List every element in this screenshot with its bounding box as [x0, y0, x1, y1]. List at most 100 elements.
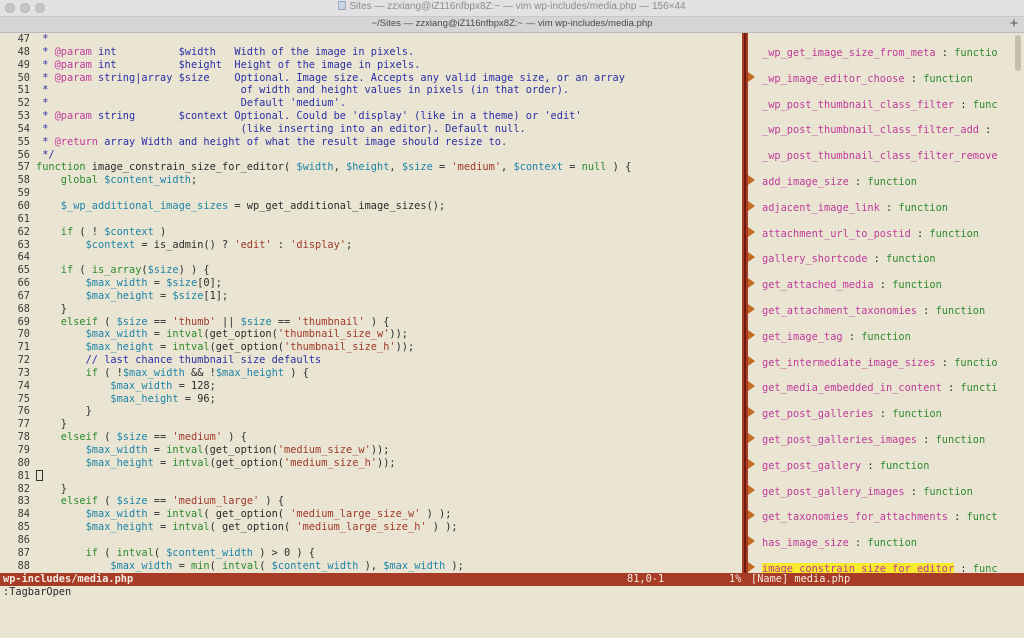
tagbar-item[interactable]: add_image_size : function [748, 175, 917, 189]
new-tab-button[interactable]: + [1006, 16, 1022, 32]
fold-arrow-icon[interactable] [748, 329, 755, 340]
code-line[interactable]: 87 if ( intval( $content_width ) > 0 ) { [0, 547, 742, 560]
fold-arrow-icon[interactable] [748, 562, 755, 572]
fold-arrow-icon[interactable] [748, 458, 755, 469]
code-line[interactable]: 55 * @return array Width and height of w… [0, 136, 742, 149]
tagbar-item-kind: function [867, 176, 918, 188]
scrollbar-thumb[interactable] [1015, 35, 1021, 71]
tagbar-item[interactable]: _wp_post_thumbnail_class_filter_add : [748, 123, 991, 137]
code-line[interactable]: 81 [0, 469, 742, 483]
tagbar-item[interactable]: has_image_size : function [748, 536, 917, 550]
code-line[interactable]: 88 $max_width = min( intval( $content_wi… [0, 560, 742, 573]
fold-arrow-icon[interactable] [748, 381, 755, 392]
code-line[interactable]: 70 $max_width = intval(get_option('thumb… [0, 328, 742, 341]
tagbar-item[interactable]: get_post_gallery : function [748, 458, 929, 473]
tagbar-item[interactable]: get_intermediate_image_sizes : functio [748, 355, 998, 370]
tagbar-item-separator: : [861, 459, 880, 472]
code-line[interactable]: 61 [0, 213, 742, 226]
fold-arrow-icon[interactable] [748, 433, 755, 443]
tagbar-item[interactable]: get_taxonomies_for_attachments : funct [748, 510, 998, 524]
code-line[interactable]: 77 } [0, 418, 742, 431]
code-line[interactable]: 48 * @param int $width Width of the imag… [0, 46, 742, 59]
code-token: ) ); [420, 508, 452, 521]
code-line[interactable]: 54 * (like inserting into an editor). De… [0, 123, 742, 136]
fold-arrow-icon[interactable] [748, 71, 755, 82]
code-line[interactable]: 60 $_wp_additional_image_sizes = wp_get_… [0, 200, 742, 213]
vertical-scrollbar[interactable] [1012, 33, 1024, 573]
tagbar-item[interactable]: _wp_post_thumbnail_class_filter : func [748, 98, 998, 112]
code-line[interactable]: 76 } [0, 405, 742, 418]
fold-arrow-icon[interactable] [748, 407, 755, 418]
code-line[interactable]: 73 if ( !$max_width && !$max_height ) { [0, 367, 742, 380]
code-line[interactable]: 52 * Default 'medium'. [0, 97, 742, 110]
fold-arrow-icon[interactable] [748, 252, 755, 263]
code-token: ( [98, 495, 117, 508]
code-line[interactable]: 84 $max_width = intval( get_option( 'med… [0, 508, 742, 521]
code-line[interactable]: 74 $max_width = 128; [0, 380, 742, 393]
tagbar-item-name: get_post_gallery [762, 459, 862, 472]
tagbar-item[interactable]: _wp_post_thumbnail_class_filter_remove [748, 149, 998, 163]
code-line[interactable]: 51 * of width and height values in pixel… [0, 84, 742, 97]
tagbar-item[interactable]: get_image_tag : function [748, 329, 911, 344]
tagbar-item[interactable]: get_attachment_taxonomies : function [748, 304, 985, 318]
fold-arrow-icon[interactable] [748, 536, 755, 547]
command-line[interactable]: :TagbarOpen [0, 586, 1024, 607]
line-number: 88 [17, 559, 30, 572]
code-line[interactable]: 78 elseif ( $size == 'medium' ) { [0, 431, 742, 444]
fold-arrow-icon[interactable] [748, 355, 755, 366]
code-line[interactable]: 79 $max_width = intval(get_option('mediu… [0, 444, 742, 457]
fold-arrow-icon[interactable] [748, 200, 755, 211]
code-line[interactable]: 59 [0, 187, 742, 200]
tagbar-item[interactable]: get_attached_media : function [748, 278, 942, 292]
tagbar-pane[interactable]: _wp_get_image_size_from_meta : functio _w… [748, 33, 1010, 573]
tagbar-item-name: _wp_post_thumbnail_class_filter_add [762, 124, 979, 137]
code-line[interactable]: 69 elseif ( $size == 'thumb' || $size ==… [0, 316, 742, 329]
code-line[interactable]: 85 $max_height = intval( get_option( 'me… [0, 521, 742, 534]
tagbar-item[interactable]: get_media_embedded_in_content : functi [748, 381, 998, 395]
tagbar-item-separator: : [879, 201, 899, 214]
tagbar-item-name: get_intermediate_image_sizes [762, 356, 936, 369]
code-line[interactable]: 83 elseif ( $size == 'medium_large' ) { [0, 495, 742, 508]
fold-arrow-icon[interactable] [748, 278, 755, 289]
tagbar-item[interactable]: get_post_gallery_images : function [748, 484, 973, 499]
fold-arrow-icon[interactable] [748, 226, 755, 237]
code-line[interactable]: 66 $max_width = $size[0]; [0, 277, 742, 290]
code-token: ), [358, 559, 384, 572]
code-line[interactable]: 80 $max_height = intval(get_option('medi… [0, 457, 742, 470]
code-editor-pane[interactable]: 47 * 48 * @param int $width Width of the … [0, 33, 742, 573]
code-line[interactable]: 56 */ [0, 149, 742, 162]
code-token: * Default 'medium'. [36, 97, 346, 110]
code-line[interactable]: 64 [0, 251, 742, 264]
code-line[interactable]: 62 if ( ! $context ) [0, 226, 742, 239]
code-line[interactable]: 82 } [0, 483, 742, 496]
tagbar-item[interactable]: _wp_image_editor_choose : function [748, 71, 973, 86]
fold-arrow-icon[interactable] [748, 484, 755, 495]
code-line[interactable]: 57 function image_constrain_size_for_edit… [0, 161, 742, 174]
tagbar-item[interactable]: get_post_galleries_images : function [748, 433, 985, 447]
tab-active[interactable]: ~/Sites — zzxiang@iZ116nfbpx8Z:~ — vim w… [0, 18, 1024, 29]
tagbar-item[interactable]: _wp_get_image_size_from_meta : functio [748, 46, 998, 60]
code-line[interactable]: 49 * @param int $height Height of the im… [0, 59, 742, 72]
fold-arrow-icon[interactable] [748, 510, 755, 521]
code-token: if [36, 366, 98, 379]
code-line[interactable]: 58 global $content_width; [0, 174, 742, 187]
line-number: 72 [17, 354, 30, 367]
tagbar-item[interactable]: attachment_url_to_postid : function [748, 226, 979, 241]
tagbar-item[interactable]: gallery_shortcode : function [748, 252, 936, 266]
code-line[interactable]: 72 // last chance thumbnail size default… [0, 354, 742, 367]
tagbar-item[interactable]: get_post_galleries : function [748, 407, 942, 421]
code-line[interactable]: 67 $max_height = $size[1]; [0, 290, 742, 303]
code-line[interactable]: 65 if ( is_array($size) ) { [0, 264, 742, 277]
fold-arrow-icon[interactable] [748, 304, 755, 314]
fold-arrow-icon[interactable] [748, 175, 755, 185]
tagbar-item[interactable]: image_constrain_size_for_editor : func [748, 562, 998, 573]
code-line[interactable]: 47 * [0, 33, 742, 46]
code-line[interactable]: 68 } [0, 303, 742, 316]
code-line[interactable]: 71 $max_height = intval(get_option('thum… [0, 341, 742, 354]
code-line[interactable]: 63 $context = is_admin() ? 'edit' : 'dis… [0, 239, 742, 252]
code-line[interactable]: 86 [0, 534, 742, 547]
tagbar-item[interactable]: adjacent_image_link : function [748, 200, 948, 215]
code-line[interactable]: 50 * @param string|array $size Optional.… [0, 72, 742, 85]
code-line[interactable]: 75 $max_height = 96; [0, 393, 742, 406]
code-line[interactable]: 53 * @param string $context Optional. Co… [0, 110, 742, 123]
